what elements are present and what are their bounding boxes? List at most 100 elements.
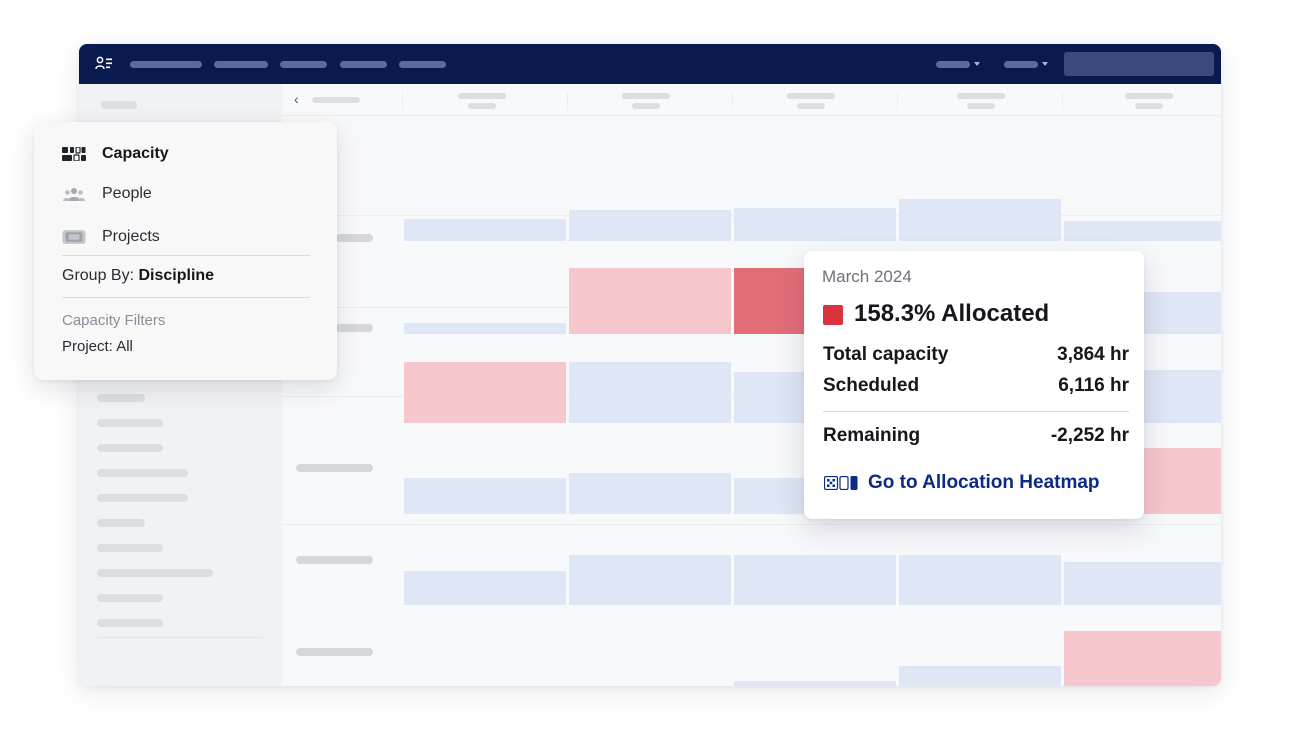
view-option-projects[interactable]: Projects <box>62 225 160 249</box>
remaining-value: -2,252 hr <box>1050 425 1129 446</box>
tooltip-divider <box>823 411 1129 412</box>
month-header-skeleton <box>957 93 1005 99</box>
row-label-skeleton <box>296 556 373 564</box>
sidebar-skeleton-line <box>97 394 145 402</box>
panel-divider <box>62 255 310 256</box>
column-separator <box>1062 92 1063 110</box>
timeline-header: ‹ <box>282 84 1221 116</box>
month-header-skeleton <box>787 93 835 99</box>
allocation-bar[interactable] <box>569 210 731 241</box>
allocation-bar[interactable] <box>899 666 1061 686</box>
app-logo-icon[interactable] <box>95 56 113 72</box>
row-label-skeleton <box>296 464 373 472</box>
column-separator <box>567 92 568 110</box>
capacity-grid-icon <box>62 146 86 162</box>
month-header-skeleton <box>1135 103 1163 109</box>
row-separator <box>282 524 1221 525</box>
allocation-bar[interactable] <box>899 555 1061 605</box>
view-option-capacity[interactable]: Capacity <box>62 142 169 166</box>
total-capacity-value: 3,864 hr <box>1057 344 1129 365</box>
nav-item-placeholder[interactable] <box>280 61 327 68</box>
top-navigation-bar <box>79 44 1221 84</box>
sidebar-skeleton-line <box>97 494 188 502</box>
column-separator <box>897 92 898 110</box>
allocation-bar[interactable] <box>734 208 896 241</box>
row-label-skeleton <box>336 234 373 242</box>
row-label-skeleton <box>336 324 373 332</box>
sidebar-skeleton-line <box>97 619 163 627</box>
nav-item-placeholder[interactable] <box>214 61 268 68</box>
month-header-skeleton <box>797 103 825 109</box>
sidebar-skeleton-line <box>97 469 188 477</box>
allocation-bar-over[interactable] <box>1064 631 1221 686</box>
total-capacity-label: Total capacity <box>823 344 949 365</box>
nav-item-placeholder[interactable] <box>399 61 446 68</box>
remaining-row: Remaining -2,252 hr <box>823 425 1129 447</box>
month-header-skeleton <box>632 103 660 109</box>
allocation-bar[interactable] <box>1064 221 1221 241</box>
heatmap-icon <box>824 476 858 490</box>
sidebar-skeleton-line <box>101 101 137 109</box>
dropdown-placeholder[interactable] <box>1004 61 1038 68</box>
nav-item-placeholder[interactable] <box>340 61 387 68</box>
allocation-bar[interactable] <box>404 571 566 605</box>
sidebar-skeleton-line <box>97 519 145 527</box>
group-by-control[interactable]: Group By: Discipline <box>62 267 214 285</box>
column-separator <box>402 92 403 110</box>
sidebar-skeleton-line <box>97 569 213 577</box>
scheduled-value: 6,116 hr <box>1058 375 1129 396</box>
allocation-tooltip: March 2024 158.3% Allocated Total capaci… <box>804 251 1144 519</box>
group-by-label: Group By: <box>62 267 135 284</box>
view-option-label: Capacity <box>102 145 169 162</box>
nav-item-placeholder[interactable] <box>130 61 202 68</box>
scheduled-row: Scheduled 6,116 hr <box>823 375 1129 397</box>
allocation-bar[interactable] <box>404 219 566 241</box>
chevron-down-icon <box>974 62 980 66</box>
scheduled-label: Scheduled <box>823 375 920 396</box>
remaining-label: Remaining <box>823 425 921 446</box>
allocation-bar[interactable] <box>569 555 731 605</box>
chevron-down-icon <box>1042 62 1048 66</box>
dropdown-placeholder[interactable] <box>936 61 970 68</box>
view-option-label: People <box>102 185 152 202</box>
total-capacity-row: Total capacity 3,864 hr <box>823 344 1129 366</box>
column-separator <box>732 92 733 110</box>
allocation-bar[interactable] <box>569 473 731 514</box>
allocation-bar[interactable] <box>734 681 896 686</box>
sidebar-skeleton-line <box>97 594 163 602</box>
allocation-bar[interactable] <box>569 362 731 423</box>
month-header-skeleton <box>468 103 496 109</box>
people-icon <box>62 186 86 202</box>
sidebar-skeleton-line <box>97 419 163 427</box>
month-header-skeleton <box>967 103 995 109</box>
allocation-bar[interactable] <box>404 323 566 334</box>
month-header-skeleton <box>1125 93 1173 99</box>
allocation-bar[interactable] <box>734 555 896 605</box>
tooltip-month: March 2024 <box>822 267 912 286</box>
search-input-placeholder[interactable] <box>1064 52 1214 76</box>
allocation-percentage: 158.3% Allocated <box>854 300 1050 327</box>
view-option-people[interactable]: People <box>62 182 152 206</box>
allocation-bar[interactable] <box>404 478 566 514</box>
heatmap-link-label: Go to Allocation Heatmap <box>868 472 1100 493</box>
sidebar-skeleton-line <box>97 544 163 552</box>
chevron-left-icon[interactable]: ‹ <box>294 92 299 106</box>
panel-divider <box>62 297 310 298</box>
allocation-bar-over[interactable] <box>404 362 566 423</box>
view-option-label: Projects <box>102 228 160 245</box>
allocation-bar[interactable] <box>899 199 1061 241</box>
month-header-skeleton <box>622 93 670 99</box>
group-by-value: Discipline <box>138 267 215 284</box>
header-skeleton-line <box>312 97 360 103</box>
allocation-heatmap-link[interactable]: Go to Allocation Heatmap <box>824 472 1100 494</box>
status-swatch <box>823 305 843 325</box>
month-header-skeleton <box>458 93 506 99</box>
allocation-bar-over[interactable] <box>569 268 731 334</box>
capacity-filters-title: Capacity Filters <box>62 312 166 329</box>
view-switcher-panel: Capacity People Projects Group By: Disci… <box>34 122 337 380</box>
allocation-bar[interactable] <box>1064 562 1221 605</box>
sidebar-skeleton-line <box>97 444 163 452</box>
row-label-skeleton <box>296 648 373 656</box>
project-filter[interactable]: Project: All <box>62 338 133 355</box>
sidebar-divider <box>97 637 263 638</box>
